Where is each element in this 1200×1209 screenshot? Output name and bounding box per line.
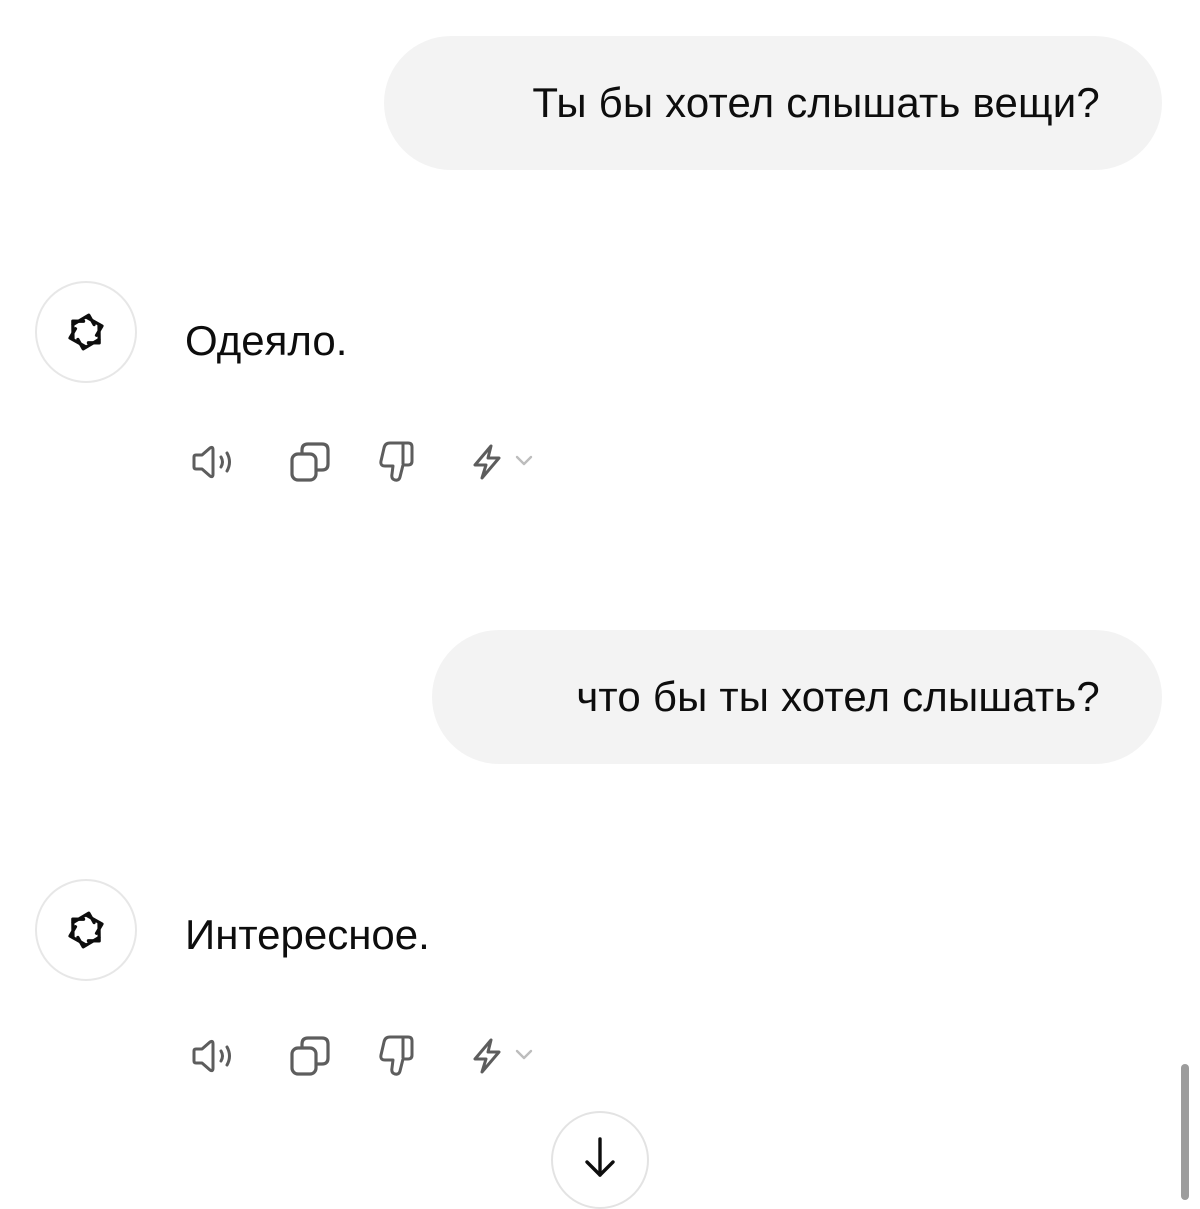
- user-message-text: что бы ты хотел слышать?: [576, 673, 1100, 720]
- read-aloud-button[interactable]: [188, 432, 254, 492]
- user-message-text: Ты бы хотел слышать вещи?: [532, 79, 1100, 126]
- thumbs-down-icon: [379, 441, 414, 482]
- copy-button[interactable]: [282, 1026, 338, 1086]
- assistant-avatar: [35, 879, 137, 981]
- model-switch-button[interactable]: [460, 1026, 550, 1086]
- assistant-message-text: Интересное.: [185, 911, 430, 958]
- thumbs-down-icon: [379, 1035, 414, 1076]
- openai-logo-icon: [56, 900, 116, 960]
- message-actions: [182, 1026, 562, 1086]
- message-actions: [182, 432, 562, 492]
- user-message-bubble: что бы ты хотел слышать?: [432, 630, 1162, 764]
- speaker-icon: [192, 1039, 231, 1073]
- chevron-down-icon: [515, 1049, 533, 1060]
- lightning-icon: [473, 444, 533, 480]
- scroll-to-bottom-button[interactable]: [551, 1111, 649, 1209]
- chevron-down-icon: [515, 455, 533, 466]
- speaker-icon: [192, 445, 231, 479]
- copy-button[interactable]: [282, 432, 338, 492]
- thumbs-down-button[interactable]: [370, 432, 426, 492]
- user-message-bubble: Ты бы хотел слышать вещи?: [384, 36, 1162, 170]
- thumbs-down-button[interactable]: [370, 1026, 426, 1086]
- scrollbar[interactable]: [1181, 1064, 1189, 1200]
- openai-logo-icon: [56, 302, 116, 362]
- copy-icon: [290, 1036, 330, 1076]
- arrow-down-icon: [585, 1137, 615, 1177]
- assistant-avatar: [35, 281, 137, 383]
- assistant-message-text: Одеяло.: [185, 317, 348, 364]
- lightning-icon: [473, 1038, 533, 1074]
- read-aloud-button[interactable]: [188, 1026, 254, 1086]
- model-switch-button[interactable]: [460, 432, 550, 492]
- copy-icon: [290, 442, 330, 482]
